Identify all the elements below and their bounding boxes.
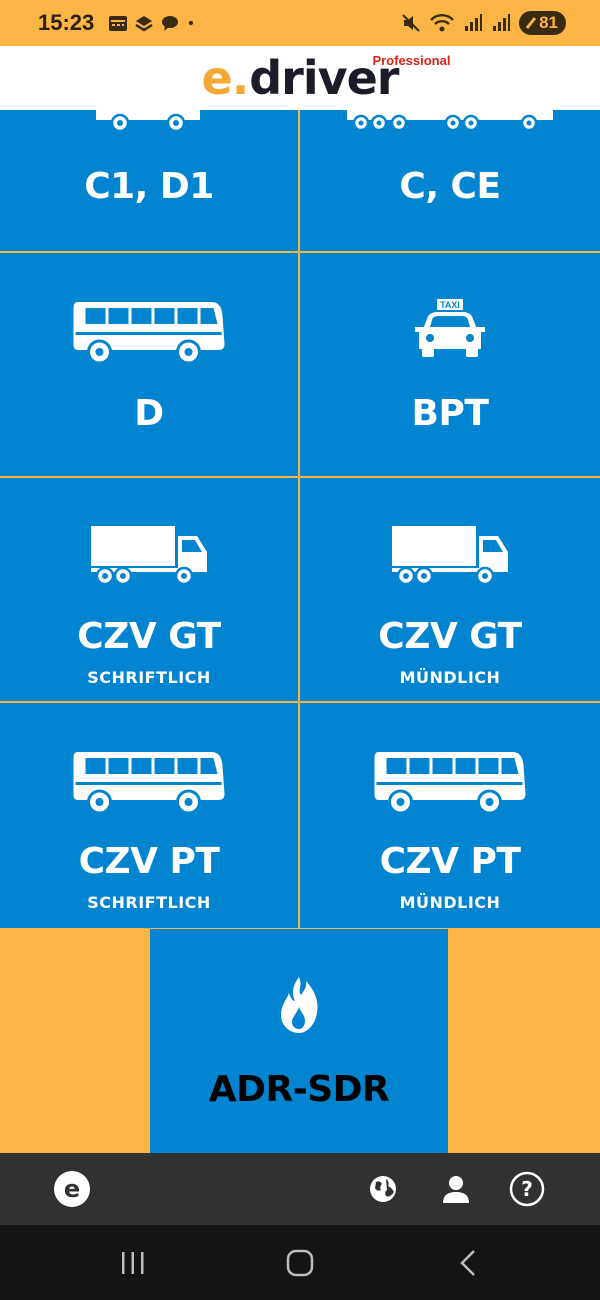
notification-icons — [108, 14, 200, 32]
tile-title: CZV PT — [379, 841, 521, 882]
tile-c-ce[interactable]: C, CE — [300, 110, 600, 251]
globe-icon[interactable] — [364, 1170, 402, 1208]
tile-subtitle: SCHRIFTLICH — [87, 668, 211, 687]
calendar-icon — [109, 16, 128, 31]
tile-czv-gt-muendlich[interactable]: CZV GT MÜNDLICH — [300, 478, 600, 701]
tile-czv-pt-schriftlich[interactable]: CZV PT SCHRIFTLICH — [0, 703, 298, 928]
dot-icon — [189, 20, 194, 26]
signal-icon — [493, 14, 511, 31]
app-header: e. driver Professional — [0, 46, 600, 110]
battery-icon — [525, 17, 537, 29]
svg-text:e: e — [64, 1175, 80, 1203]
truck-icon — [89, 524, 209, 586]
adr-title: ADR-SDR — [208, 1069, 390, 1110]
svg-text:?: ? — [521, 1177, 533, 1201]
system-navigation-bar — [0, 1225, 600, 1300]
wifi-icon — [430, 14, 454, 32]
tile-d[interactable]: D — [0, 253, 298, 476]
truck-icon — [390, 524, 510, 586]
flame-icon — [281, 977, 318, 1033]
home-icon[interactable] — [280, 1247, 320, 1279]
battery-level: 81 — [539, 13, 558, 32]
tile-subtitle: SCHRIFTLICH — [87, 893, 211, 912]
category-grid: C1, D1 C, CE D TAXI BPT CZV GT SCHRIFTLI… — [0, 110, 600, 928]
tile-title: CZV PT — [78, 841, 220, 882]
truck-icon — [96, 110, 200, 133]
bus-icon — [72, 300, 226, 365]
tile-title: CZV GT — [378, 616, 522, 657]
e-logo-icon[interactable]: e — [53, 1170, 91, 1208]
edriver-logo: e. driver Professional — [201, 51, 451, 105]
tile-title: D — [134, 393, 164, 434]
tile-title: CZV GT — [77, 616, 221, 657]
signal-icon — [465, 14, 483, 31]
taxi-sign-text: TAXI — [440, 300, 460, 310]
recent-apps-icon[interactable] — [113, 1247, 153, 1279]
chat-bubble-icon — [162, 16, 179, 31]
system-status: 81 — [401, 11, 566, 35]
bottom-toolbar: e ? — [0, 1153, 600, 1225]
taxi-icon: TAXI — [415, 299, 485, 357]
tile-subtitle: MÜNDLICH — [399, 668, 501, 687]
tile-title: C, CE — [399, 166, 501, 207]
tile-c1-d1[interactable]: C1, D1 — [0, 110, 298, 251]
tile-czv-gt-schriftlich[interactable]: CZV GT SCHRIFTLICH — [0, 478, 298, 701]
logo-dot: . — [231, 51, 250, 105]
logo-e: e — [201, 51, 233, 105]
status-time: 15:23 — [38, 10, 95, 35]
mute-icon — [402, 14, 420, 32]
tile-subtitle: MÜNDLICH — [399, 893, 501, 912]
user-icon[interactable] — [437, 1170, 475, 1208]
bus-icon — [72, 750, 226, 815]
truck-trailer-icon — [347, 110, 553, 132]
back-icon[interactable] — [448, 1247, 488, 1279]
stack-icon — [135, 16, 153, 32]
battery-indicator: 81 — [519, 11, 566, 35]
tile-bpt[interactable]: TAXI BPT — [300, 253, 600, 476]
help-icon[interactable]: ? — [508, 1170, 546, 1208]
bus-icon — [373, 750, 527, 815]
status-bar: 15:23 81 — [0, 0, 600, 46]
tile-title: C1, D1 — [84, 166, 214, 207]
tile-title: BPT — [411, 393, 489, 434]
tile-adr-sdr[interactable]: ADR-SDR — [150, 929, 448, 1153]
tile-czv-pt-muendlich[interactable]: CZV PT MÜNDLICH — [300, 703, 600, 928]
logo-professional-badge: Professional — [372, 53, 451, 68]
